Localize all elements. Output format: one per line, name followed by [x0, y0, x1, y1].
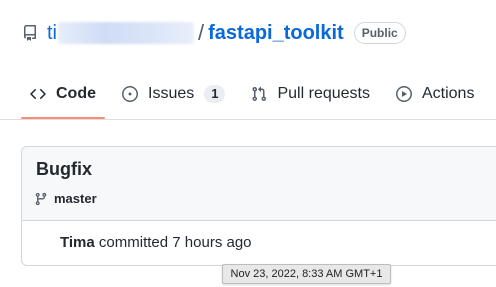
commit-card-header: Bugfix master [22, 147, 496, 221]
branch-link[interactable]: master [54, 191, 97, 206]
tab-code-label: Code [56, 85, 96, 102]
git-branch-icon [34, 192, 48, 206]
repo-name-link[interactable]: fastapi_toolkit [208, 22, 344, 45]
path-separator: / [198, 20, 205, 45]
code-icon [30, 86, 46, 102]
repo-header: ti / fastapi_toolkit Public [22, 16, 406, 50]
repo-owner-link[interactable]: ti [47, 22, 194, 45]
play-icon [395, 86, 412, 102]
tab-issues[interactable]: Issues 1 [113, 70, 234, 118]
commit-title: Bugfix [36, 159, 92, 179]
tab-actions[interactable]: Actions [387, 70, 483, 118]
tab-pull-requests-label: Pull requests [277, 85, 370, 102]
tab-pull-requests[interactable]: Pull requests [242, 70, 379, 118]
branch-row: master [34, 191, 496, 206]
commit-relative-time[interactable]: 7 hours ago [172, 234, 251, 251]
issues-count-badge: 1 [204, 85, 226, 103]
commit-meta: Tima committed 7 hours ago [22, 221, 496, 251]
tab-issues-label: Issues [148, 85, 195, 102]
visibility-badge: Public [353, 22, 406, 44]
commit-author-link[interactable]: Tima [60, 234, 95, 251]
repo-owner-label: ti [47, 21, 57, 44]
tabs-divider [0, 119, 496, 120]
tab-code[interactable]: Code [21, 70, 105, 119]
git-pull-request-icon [251, 86, 267, 102]
redacted-owner-blur [58, 22, 194, 45]
tab-actions-label: Actions [421, 85, 475, 102]
timestamp-tooltip: Nov 23, 2022, 8:33 AM GMT+1 [222, 264, 391, 284]
commit-card: Bugfix master Tima committed 7 hours ago [21, 146, 496, 266]
issue-opened-icon [122, 86, 138, 102]
repo-tabs: Code Issues 1 Pull requests Actions [21, 70, 496, 120]
commit-action-text: committed [94, 234, 173, 251]
repo-icon [22, 25, 38, 41]
